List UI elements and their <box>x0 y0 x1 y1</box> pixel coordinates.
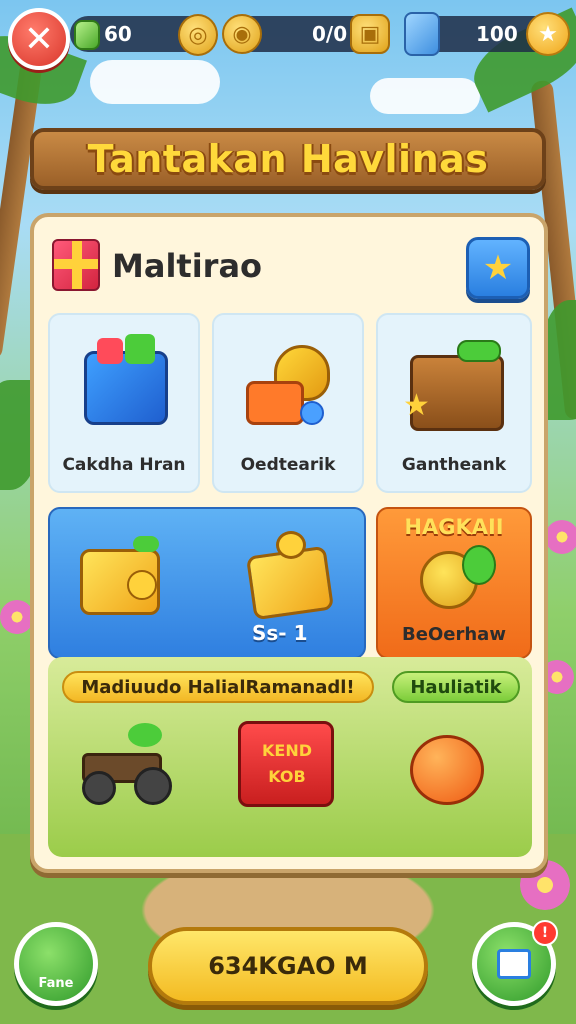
card-label: Gantheank <box>401 455 507 475</box>
panel-header: Maltirao ★ <box>52 237 532 299</box>
gem-count: 60 <box>104 22 132 46</box>
star-icon[interactable]: ★ <box>526 12 570 56</box>
notification-badge: ! <box>532 920 558 946</box>
blue-gem-icon <box>404 12 440 56</box>
chest-label: KEND KOB <box>262 741 312 786</box>
top-hud: ✕ 60 ◎ 0/0 ◉ ▣ 100 ★ <box>0 6 576 70</box>
coin-icon[interactable]: ◎ <box>178 14 218 56</box>
flower <box>0 600 34 634</box>
promo-tag-green-label: Hauliatik <box>410 676 502 698</box>
gift-box-icon <box>240 531 335 621</box>
close-icon: ✕ <box>23 18 55 60</box>
puzzle-cube-icon <box>84 334 168 425</box>
blue-gem-count: 100 <box>476 22 518 46</box>
card-label: Cakdha Hran <box>62 455 186 475</box>
shop-item-card[interactable]: Oedtearik <box>212 313 364 493</box>
left-menu-button[interactable]: Fane <box>14 922 98 1006</box>
title-banner: Tantakan Havlinas <box>30 128 546 190</box>
shop-item-card[interactable]: Cakdha Hran <box>48 313 200 493</box>
cloud <box>370 78 480 114</box>
cloud <box>90 60 220 104</box>
gold-count: 0/0 <box>312 22 348 46</box>
promo-tag-green: Hauliatik <box>392 671 520 703</box>
offer-label: BeOerhaw <box>402 624 506 645</box>
gold-box-icon <box>80 536 160 615</box>
flower <box>545 520 576 554</box>
left-menu-label: Fane <box>38 976 74 991</box>
tractor-icon[interactable] <box>82 723 172 805</box>
orange-fruit-icon[interactable] <box>410 725 506 811</box>
calendar-icon <box>497 949 531 979</box>
red-chest-icon[interactable]: KEND KOB <box>238 721 334 807</box>
promo-tag: Madiuudo HalialRamanadl! <box>62 671 374 703</box>
treasure-icon[interactable]: ▣ <box>350 14 390 54</box>
shop-panel: Maltirao ★ Cakdha Hran Oedtearik ★ Ganth… <box>30 213 548 873</box>
promo-tag-label: Madiuudo HalialRamanadl! <box>81 676 355 698</box>
primary-action-button[interactable]: 634KGAO M <box>148 927 428 1005</box>
gold-coin-icon: ◉ <box>222 14 262 54</box>
bundle-price: Ss- 1 <box>252 621 308 645</box>
page-title: Tantakan Havlinas <box>87 137 489 181</box>
card-label: Oedtearik <box>240 455 336 475</box>
offer-title: HAGKAII <box>404 515 504 539</box>
gem-icon <box>74 20 100 50</box>
shop-item-card[interactable]: ★ Gantheank <box>376 313 532 493</box>
featured-strip: Madiuudo HalialRamanadl! Hauliatik KEND … <box>48 657 532 857</box>
treasure-chest-icon: ★ <box>403 340 504 431</box>
special-offer-card[interactable]: HAGKAII BeOerhaw <box>376 507 532 659</box>
gift-icon <box>52 239 100 291</box>
primary-action-label: 634KGAO M <box>208 952 368 980</box>
close-button[interactable]: ✕ <box>8 8 70 70</box>
coin-leaf-icon <box>420 545 496 609</box>
favorite-button[interactable]: ★ <box>466 237 530 299</box>
sack-icon <box>246 345 332 429</box>
star-icon: ★ <box>482 248 514 288</box>
featured-bundle-card[interactable]: Ss- 1 <box>48 507 366 659</box>
notification-badge-text: ! <box>541 925 549 941</box>
panel-title: Maltirao <box>112 247 263 285</box>
